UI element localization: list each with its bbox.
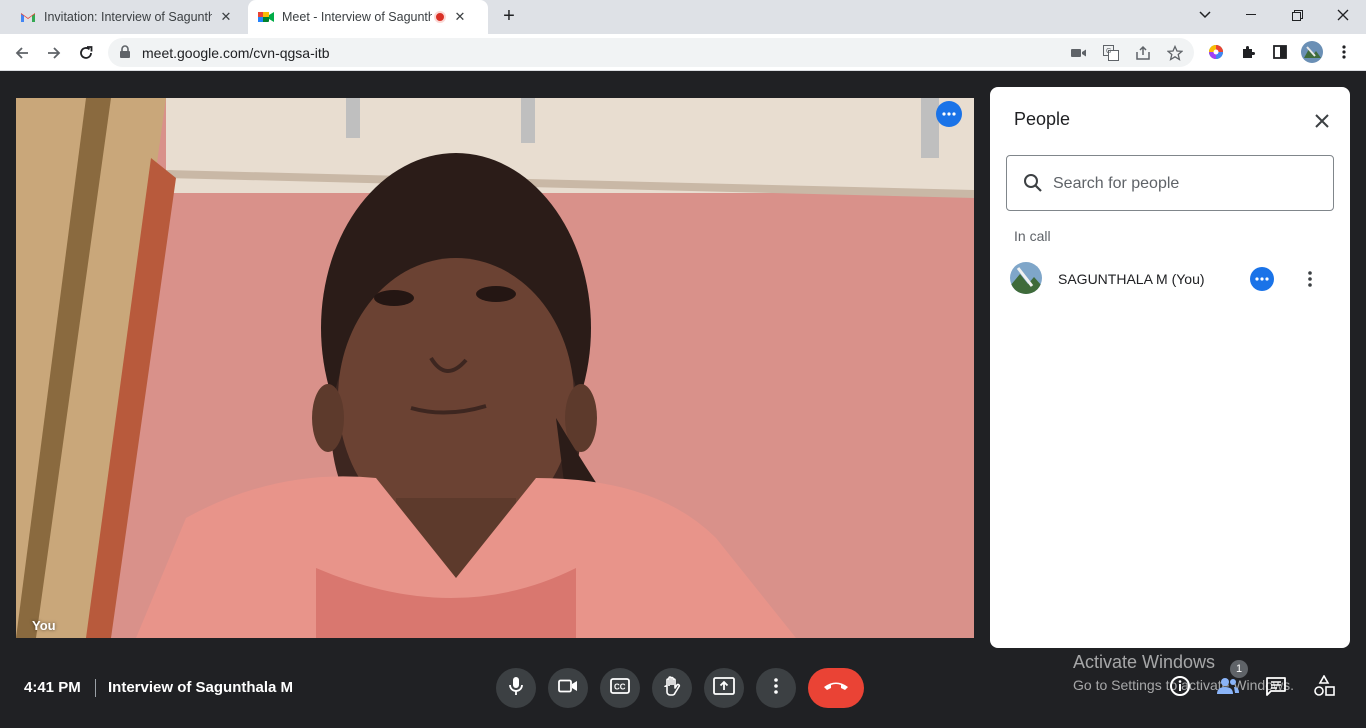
translate-icon[interactable]: G	[1102, 44, 1120, 62]
chat-button[interactable]	[1264, 676, 1288, 700]
meet-icon	[258, 9, 274, 25]
svg-text:G: G	[1106, 48, 1111, 55]
tab-search-chevron-down-icon[interactable]	[1182, 0, 1228, 30]
svg-text:CC: CC	[614, 682, 626, 691]
chat-icon	[1265, 676, 1287, 701]
gmail-icon	[20, 9, 36, 25]
bookmark-star-icon[interactable]	[1166, 44, 1184, 62]
chrome-menu-icon[interactable]	[1334, 42, 1354, 62]
activities-button[interactable]	[1312, 673, 1336, 702]
url-text[interactable]: meet.google.com/cvn-qgsa-itb	[142, 45, 330, 61]
info-icon	[1169, 675, 1191, 702]
address-bar[interactable]: meet.google.com/cvn-qgsa-itb G	[108, 38, 1194, 67]
self-name-label: You	[32, 618, 56, 633]
panel-title: People	[1014, 109, 1071, 129]
browser-tab-strip: Invitation: Interview of Sagunthal ✕ Mee…	[0, 0, 1366, 34]
raise-hand-button[interactable]	[652, 668, 692, 708]
tab-title: Invitation: Interview of Sagunthal	[44, 10, 212, 24]
share-icon[interactable]	[1134, 44, 1152, 62]
microphone-button[interactable]	[496, 668, 536, 708]
more-options-icon[interactable]	[1250, 267, 1274, 291]
people-panel: People In call SAGUNTHALA M (You)	[990, 87, 1350, 648]
side-panel-icon[interactable]	[1270, 42, 1290, 62]
forward-arrow-icon[interactable]	[42, 41, 66, 65]
restore-button[interactable]	[1274, 0, 1320, 30]
more-options-icon[interactable]	[936, 101, 962, 127]
avatar	[1010, 262, 1042, 294]
profile-avatar[interactable]	[1301, 41, 1323, 63]
color-wheel-extension-icon[interactable]	[1206, 42, 1226, 62]
close-icon[interactable]	[1310, 109, 1334, 133]
meeting-title: Interview of Sagunthala M	[108, 679, 294, 696]
search-icon	[1023, 173, 1043, 198]
present-screen-button[interactable]	[704, 668, 744, 708]
window-close-button[interactable]	[1320, 0, 1366, 30]
captions-button[interactable]: CC	[600, 668, 640, 708]
present-icon	[713, 676, 735, 700]
hand-icon	[663, 675, 681, 701]
minimize-button[interactable]	[1228, 0, 1274, 30]
activate-windows-title: Activate Windows	[1073, 652, 1216, 672]
browser-toolbar: meet.google.com/cvn-qgsa-itb G	[0, 34, 1366, 71]
captions-icon: CC	[610, 677, 630, 699]
camera-button[interactable]	[548, 668, 588, 708]
activities-shapes-icon	[1313, 673, 1335, 702]
close-icon[interactable]: ✕	[452, 9, 468, 25]
tab-title: Meet - Interview of Sagunthala	[282, 10, 432, 24]
people-icon	[1216, 677, 1240, 700]
in-call-section-label: In call	[1014, 228, 1051, 244]
close-icon[interactable]: ✕	[218, 9, 234, 25]
camera-feed-image	[16, 98, 974, 638]
leave-call-button[interactable]	[808, 668, 864, 708]
search-people-field[interactable]	[1006, 155, 1334, 211]
more-options-button[interactable]	[756, 668, 796, 708]
search-people-input[interactable]	[1053, 170, 1313, 198]
reload-icon[interactable]	[74, 41, 98, 65]
camera-in-use-icon[interactable]	[1070, 44, 1088, 62]
meeting-time: 4:41 PM	[24, 679, 81, 696]
lock-icon[interactable]	[119, 45, 131, 64]
people-button[interactable]	[1216, 676, 1240, 700]
microphone-icon	[508, 676, 524, 701]
meeting-details-button[interactable]	[1168, 675, 1192, 702]
participant-count-badge: 1	[1230, 660, 1248, 678]
self-video-tile[interactable]: You	[16, 98, 974, 638]
participant-name: SAGUNTHALA M (You)	[1058, 271, 1205, 287]
divider	[95, 679, 96, 697]
camera-icon	[558, 679, 578, 698]
back-arrow-icon[interactable]	[10, 41, 34, 65]
extensions-puzzle-icon[interactable]	[1238, 42, 1258, 62]
more-vert-icon	[774, 677, 778, 699]
hang-up-phone-icon	[823, 679, 849, 697]
participant-menu-icon[interactable]	[1298, 267, 1322, 291]
participant-row[interactable]: SAGUNTHALA M (You)	[990, 258, 1350, 298]
tab-meet-active[interactable]: Meet - Interview of Sagunthala ✕	[248, 0, 488, 34]
tab-gmail-invitation[interactable]: Invitation: Interview of Sagunthal ✕	[12, 0, 248, 34]
recording-icon	[434, 11, 446, 23]
new-tab-button[interactable]: +	[499, 6, 519, 27]
